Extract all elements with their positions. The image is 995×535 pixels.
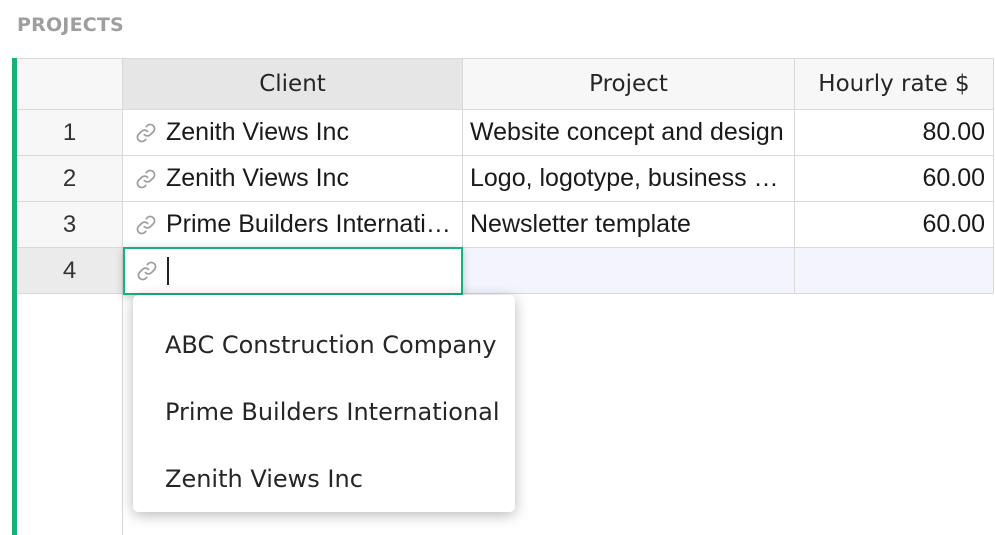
client-autocomplete-dropdown: ABC Construction Company Prime Builders … [133,295,515,512]
hourly-rate-cell[interactable]: 80.00 [795,110,994,156]
client-value: Zenith Views Inc [166,164,349,192]
row-number[interactable]: 3 [17,202,123,248]
project-value: Logo, logotype, business cards [470,164,788,192]
hourly-rate-cell[interactable]: 60.00 [795,202,994,248]
row-number[interactable]: 1 [17,110,123,156]
project-value: Website concept and design [470,118,784,146]
table-row[interactable]: 2 Zenith Views Inc Logo, logotype, busin… [17,156,994,202]
column-header-client[interactable]: Client [123,58,463,110]
link-icon [137,261,157,281]
header-row: Client Project Hourly rate $ [17,58,994,110]
empty-grid-area [17,292,123,535]
project-cell[interactable]: Logo, logotype, business cards [463,156,795,202]
project-cell[interactable]: Website concept and design [463,110,795,156]
row-number-header[interactable] [17,58,123,110]
link-icon [136,123,156,142]
row-number[interactable]: 2 [17,156,123,202]
column-header-hourly-rate[interactable]: Hourly rate $ [795,58,994,110]
row-number[interactable]: 4 [17,248,123,294]
project-value: Newsletter template [470,210,691,238]
section-title: PROJECTS [17,14,124,36]
project-cell[interactable] [463,248,795,294]
hourly-rate-cell[interactable] [795,248,994,294]
hourly-rate-cell[interactable]: 60.00 [795,156,994,202]
column-header-project[interactable]: Project [463,58,795,110]
client-cell[interactable]: Prime Builders International [123,202,463,248]
client-value: Prime Builders International [166,210,451,238]
client-cell[interactable]: Zenith Views Inc [123,156,463,202]
table-row[interactable]: 1 Zenith Views Inc Website concept and d… [17,110,994,156]
dropdown-option[interactable]: Prime Builders International [165,398,500,426]
project-cell[interactable]: Newsletter template [463,202,795,248]
table-row[interactable]: 3 Prime Builders International Newslette… [17,202,994,248]
client-cell[interactable]: Zenith Views Inc [123,110,463,156]
new-row[interactable]: 4 [17,247,994,295]
client-cell-editor[interactable] [123,247,463,295]
dropdown-option[interactable]: ABC Construction Company [165,331,496,359]
client-value: Zenith Views Inc [166,118,349,146]
text-cursor [167,257,169,285]
link-icon [136,169,156,188]
link-icon [136,215,156,234]
dropdown-option[interactable]: Zenith Views Inc [165,465,363,493]
